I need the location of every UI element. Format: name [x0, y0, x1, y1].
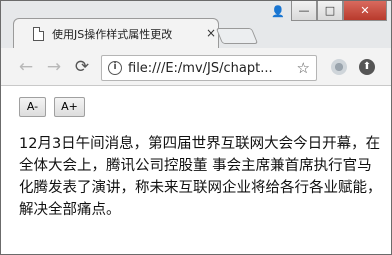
- address-bar[interactable]: i file:///E:/mv/JS/chapt... ☆: [101, 55, 317, 81]
- new-tab-button[interactable]: [215, 28, 259, 44]
- user-icon[interactable]: 👤: [265, 1, 291, 21]
- bookmark-star-icon[interactable]: ☆: [297, 59, 310, 77]
- browser-toolbar: ← → ⟳ i file:///E:/mv/JS/chapt... ☆ ⬆: [1, 48, 391, 86]
- increase-font-button[interactable]: A+: [54, 97, 85, 117]
- close-tab-icon[interactable]: ×: [204, 25, 218, 41]
- minimize-button[interactable]: —: [291, 1, 317, 21]
- extension-arrow-icon[interactable]: ⬆: [359, 59, 375, 75]
- info-icon[interactable]: i: [108, 61, 122, 75]
- browser-window: 使用JS操作样式属性更改 × 👤 — □ ✕ ← → ⟳ i file:///E…: [0, 0, 392, 255]
- window-controls: 👤 — □ ✕: [265, 1, 387, 23]
- close-window-button[interactable]: ✕: [343, 1, 387, 21]
- news-paragraph: 12月3日午间消息，第四届世界互联网大会今日开幕，在全体大会上，腾讯公司控股董 …: [19, 136, 382, 218]
- back-icon[interactable]: ←: [15, 56, 37, 78]
- page-content: A- A+ 12月3日午间消息，第四届世界互联网大会今日开幕，在全体大会上，腾讯…: [1, 87, 391, 247]
- maximize-button[interactable]: □: [317, 1, 343, 21]
- page-icon: [33, 27, 44, 41]
- url-text[interactable]: file:///E:/mv/JS/chapt...: [128, 60, 284, 78]
- title-bar: 使用JS操作样式属性更改 × 👤 — □ ✕: [1, 1, 391, 48]
- reload-icon[interactable]: ⟳: [71, 56, 93, 78]
- extension-icon[interactable]: [331, 59, 347, 75]
- tab-title: 使用JS操作样式属性更改: [52, 28, 173, 41]
- active-tab[interactable]: 使用JS操作样式属性更改 ×: [13, 18, 219, 48]
- decrease-font-button[interactable]: A-: [19, 97, 46, 117]
- forward-icon[interactable]: →: [43, 56, 65, 78]
